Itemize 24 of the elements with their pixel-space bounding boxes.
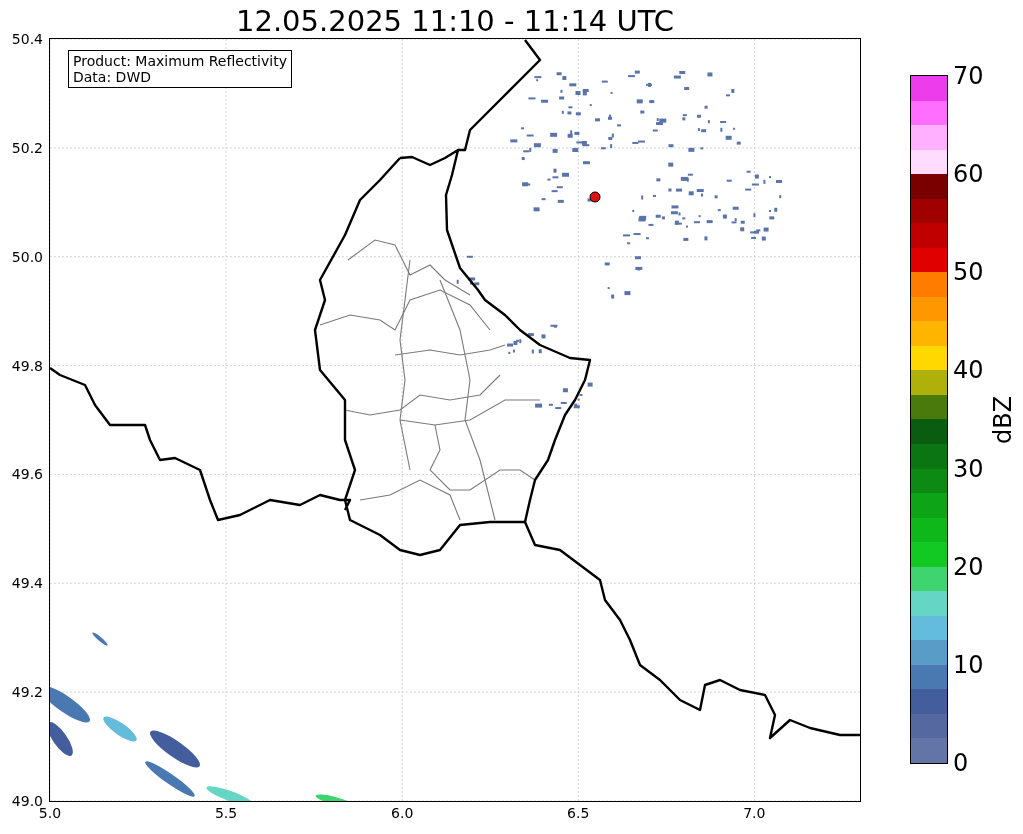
axis-tick-label: 7.0	[743, 805, 766, 821]
scale-tick-label: 20	[953, 553, 984, 580]
axis-tick-label: 49.4	[11, 575, 43, 592]
axis-tick-label: 5.5	[214, 805, 238, 821]
axis-tick-label: 49.8	[11, 357, 43, 374]
scale-tick-label: 0	[953, 750, 969, 776]
legend-text: Data: DWD	[73, 69, 152, 85]
scale-tick-label: 40	[953, 357, 984, 384]
scale-tick-label: 50	[953, 259, 984, 286]
axis-tick-label: 49.6	[11, 466, 43, 483]
legend-text: Product: Maximum Reflectivity	[73, 53, 287, 69]
axis-tick-label: 49.2	[11, 684, 43, 701]
axis-tick-label: 6.5	[567, 805, 590, 821]
axis-tick-label: 50.4	[11, 31, 43, 47]
location-marker	[589, 191, 601, 203]
axis-tick-label: 6.0	[391, 805, 414, 821]
scale-unit-label: dBZ	[989, 395, 1018, 445]
scale-tick-label: 60	[953, 161, 984, 188]
axis-tick-label: 50.0	[11, 248, 43, 265]
scale-tick-label: 10	[953, 651, 984, 678]
scale-tick-label: 70	[953, 63, 984, 89]
chart-title: 12.05.2025 11:10 - 11:14 UTC	[235, 4, 675, 38]
scale-tick-label: 30	[953, 455, 984, 482]
axis-tick-label: 50.2	[11, 139, 43, 156]
